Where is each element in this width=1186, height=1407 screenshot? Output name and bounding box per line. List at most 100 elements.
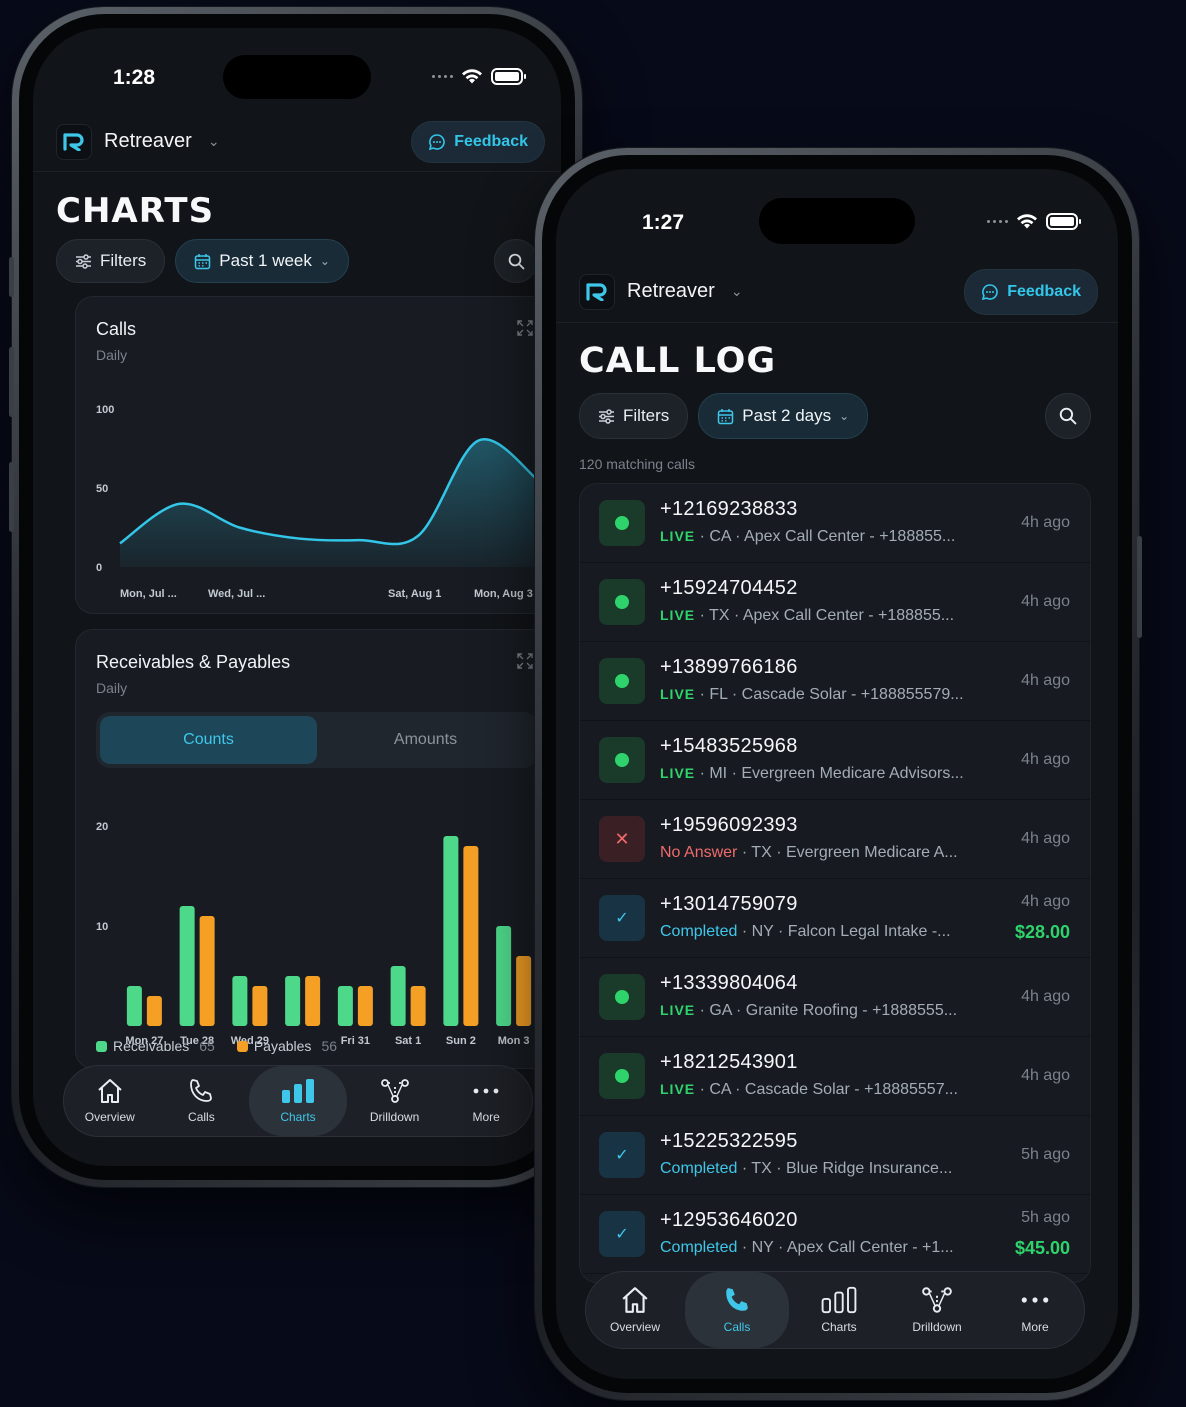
close-icon: ✕ — [599, 816, 645, 862]
bottom-nav: Overview Calls Charts Drilldown More — [585, 1271, 1085, 1349]
call-row[interactable]: ✕ +19596092393 No Answer · TX · Evergreen … — [580, 800, 1090, 879]
bar-receivables — [496, 926, 512, 1026]
call-location-campaign: · TX · Apex Call Center - +188855... — [695, 607, 955, 624]
nav-label: Drilldown — [369, 1110, 420, 1124]
x-tick-label: Mon, Aug 3 — [474, 588, 533, 600]
call-row[interactable]: +15924704452 LIVE · TX · Apex Call Center… — [580, 563, 1090, 642]
battery-icon — [491, 68, 526, 85]
call-status: LIVE — [660, 1002, 696, 1018]
bar-payables — [199, 916, 215, 1026]
chart-legend: Receivables 65 Payables 56 — [96, 1038, 337, 1054]
call-status: LIVE — [660, 686, 696, 702]
bar-receivables — [443, 836, 459, 1026]
call-row[interactable]: +13339804064 LIVE · GA · Granite Roofing … — [580, 958, 1090, 1037]
y-tick-label: 0 — [96, 562, 102, 574]
nav-label: Charts — [280, 1110, 316, 1124]
search-icon — [1059, 407, 1077, 425]
signal-icon — [432, 75, 453, 78]
nav-more[interactable]: More — [987, 1272, 1083, 1348]
more-icon — [1021, 1297, 1049, 1303]
date-range-button[interactable]: Past 1 week ⌄ — [175, 239, 349, 283]
chat-bubble-icon — [429, 133, 446, 150]
call-location-campaign: · TX · Evergreen Medicare A... — [737, 844, 958, 861]
status-time: 1:27 — [642, 211, 685, 234]
x-tick-label: Wed, Jul ... — [208, 588, 265, 600]
caller-number: +13339804064 — [660, 972, 798, 994]
call-row[interactable]: +18212543901 LIVE · CA · Cascade Solar - … — [580, 1037, 1090, 1116]
call-time: 4h ago — [1021, 593, 1070, 610]
bar-receivables — [232, 976, 248, 1026]
call-location-campaign: · GA · Granite Roofing - +1888555... — [695, 1002, 958, 1019]
nav-drilldown[interactable]: Drilldown — [889, 1272, 985, 1348]
call-row[interactable]: +12169238833 LIVE · CA · Apex Call Center… — [580, 484, 1090, 563]
call-status: LIVE — [660, 765, 696, 781]
bar-receivables — [285, 976, 301, 1026]
legend-swatch — [236, 1040, 248, 1052]
call-row[interactable]: ✓ +12953646020 Completed · NY · Apex Call … — [580, 1195, 1090, 1274]
filters-button[interactable]: Filters — [579, 393, 689, 439]
call-location-campaign: · NY · Falcon Legal Intake -... — [737, 923, 951, 940]
nav-more[interactable]: More — [442, 1066, 530, 1136]
bar-chart-icon — [281, 1079, 314, 1103]
y-tick-label: 100 — [96, 404, 114, 416]
workspace-switcher[interactable]: Retreaver ⌄ — [579, 273, 743, 310]
app-header: Retreaver ⌄ Feedback — [33, 112, 561, 172]
call-location-campaign: · CA · Cascade Solar - +18885557... — [695, 1081, 958, 1098]
call-row[interactable]: +13899766186 LIVE · FL · Cascade Solar - … — [580, 642, 1090, 721]
legend-label: Receivables — [113, 1038, 190, 1054]
legend-item-payables: Payables 56 — [236, 1038, 337, 1054]
call-status: Completed — [660, 1239, 738, 1256]
nav-label: Calls — [723, 1320, 751, 1334]
bar-payables — [463, 846, 479, 1026]
more-icon — [473, 1088, 499, 1094]
nav-overview[interactable]: Overview — [66, 1066, 154, 1136]
feedback-button[interactable]: Feedback — [411, 120, 545, 163]
nav-calls[interactable]: Calls — [157, 1066, 245, 1136]
call-row[interactable]: +15483525968 LIVE · MI · Evergreen Medica… — [580, 721, 1090, 800]
nav-label: Calls — [188, 1110, 215, 1124]
drilldown-icon — [922, 1287, 952, 1313]
nav-charts[interactable]: Charts — [791, 1272, 887, 1348]
live-dot-icon — [599, 737, 645, 783]
feedback-button[interactable]: Feedback — [964, 268, 1098, 315]
workspace-switcher[interactable]: Retreaver ⌄ — [56, 123, 220, 160]
call-time: 4h ago — [1021, 893, 1070, 910]
call-status: LIVE — [660, 1081, 696, 1097]
receivables-bar-chart: 1020Mon 27 Tue 28 Wed 29 Fri 31 Sat 1 Sun 2 Mo… — [96, 821, 532, 1047]
call-row[interactable]: ✓ +15225322595 Completed · TX · Blue Ridge… — [580, 1116, 1090, 1195]
live-dot-icon — [599, 579, 645, 625]
nav-overview[interactable]: Overview — [587, 1272, 683, 1348]
caller-number: +15483525968 — [660, 735, 798, 757]
nav-charts[interactable]: Charts — [248, 1066, 347, 1136]
legend-count: 65 — [199, 1038, 215, 1054]
call-status: LIVE — [660, 607, 696, 623]
bar-receivables — [337, 986, 353, 1026]
nav-label: Overview — [84, 1110, 135, 1124]
retreaver-logo-icon — [579, 273, 615, 310]
sliders-icon — [599, 408, 614, 424]
call-payout: $28.00 — [1014, 922, 1070, 942]
legend-label: Payables — [253, 1038, 312, 1054]
checkmark-icon: ✓ — [599, 1132, 645, 1178]
page-title: CALL LOG — [579, 341, 777, 381]
x-tick-label: Sat 1 — [395, 1035, 421, 1047]
nav-label: More — [1021, 1320, 1049, 1334]
x-tick-label: Fri 31 — [341, 1035, 370, 1047]
filters-button[interactable]: Filters — [56, 239, 166, 283]
nav-calls[interactable]: Calls — [685, 1272, 789, 1348]
dynamic-island — [759, 198, 915, 244]
bottom-nav: Overview Calls Charts Drilldown More — [63, 1065, 533, 1137]
page-title: CHARTS — [56, 191, 215, 231]
bar-chart-icon — [821, 1286, 857, 1314]
nav-drilldown[interactable]: Drilldown — [351, 1066, 439, 1136]
search-button[interactable] — [494, 239, 538, 283]
call-location-campaign: · MI · Evergreen Medicare Advisors... — [695, 765, 964, 782]
call-row[interactable]: ✓ +13014759079 Completed · NY · Falcon Leg… — [580, 879, 1090, 958]
call-status: Completed — [660, 1160, 738, 1177]
search-button[interactable] — [1045, 393, 1091, 439]
call-time: 5h ago — [1021, 1146, 1070, 1163]
date-range-label: Past 1 week — [219, 251, 312, 270]
date-range-button[interactable]: Past 2 days ⌄ — [698, 393, 869, 439]
caller-number: +12169238833 — [660, 498, 798, 520]
calls-chart-card: Calls Daily 0 50 100 Mon, Jul ... Wed, Jul .… — [75, 296, 553, 614]
